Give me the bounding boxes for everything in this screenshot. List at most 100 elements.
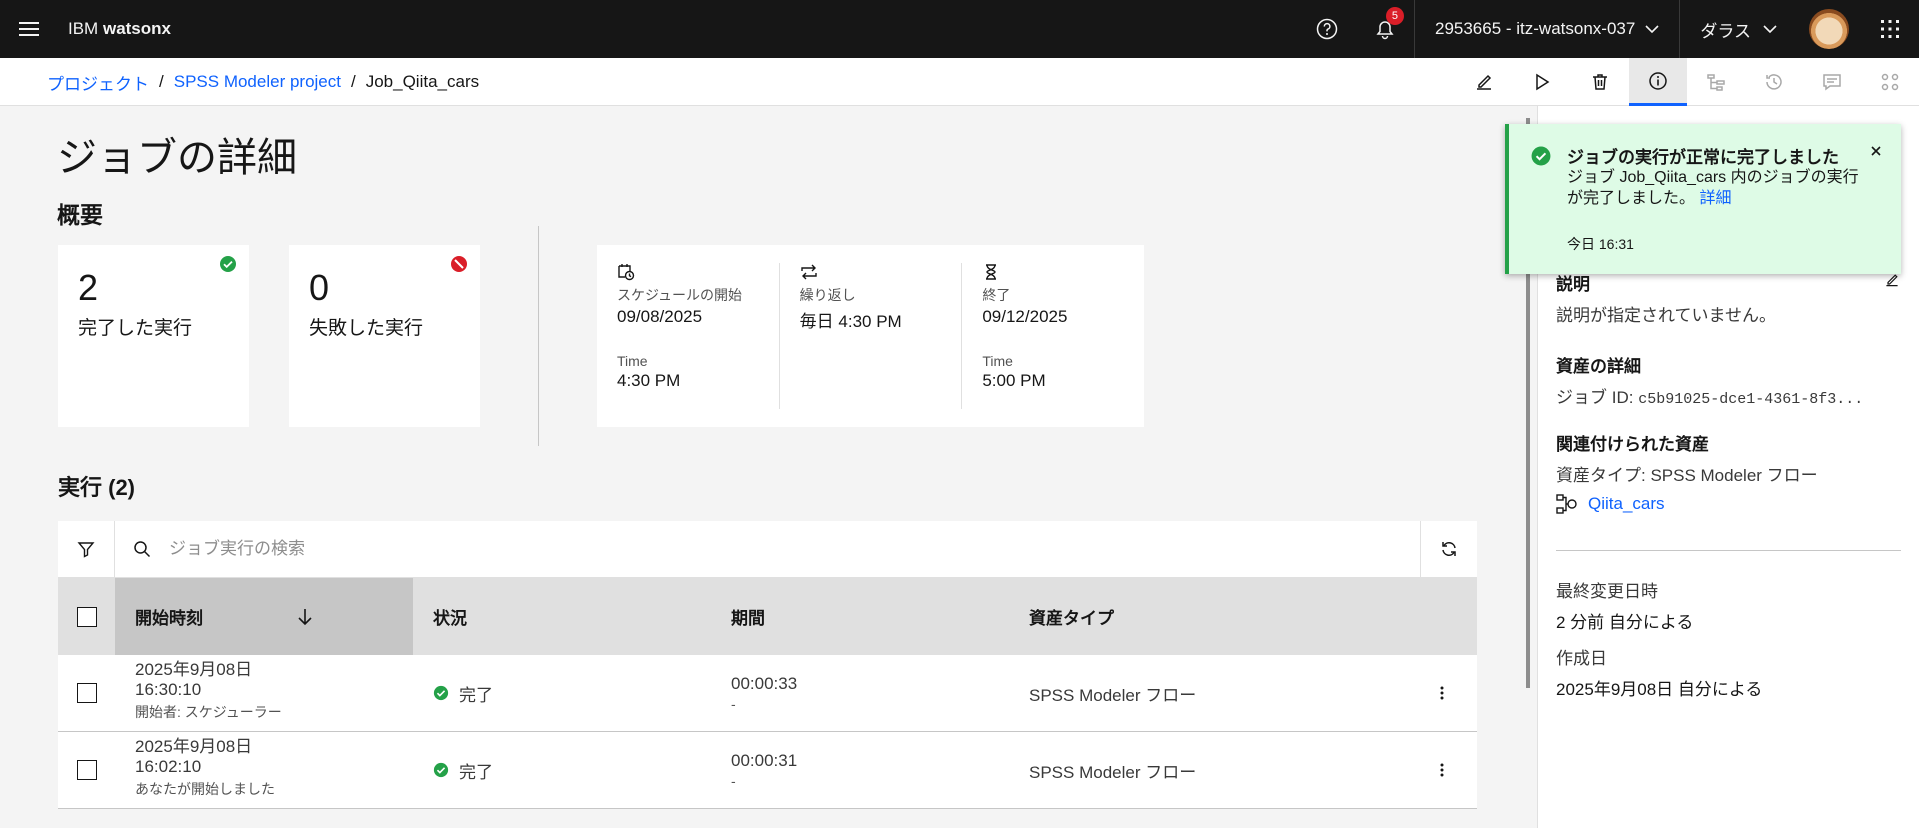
divider bbox=[1556, 550, 1901, 551]
help-icon bbox=[1316, 18, 1338, 40]
status-text: 完了 bbox=[459, 685, 493, 705]
filter-icon bbox=[77, 542, 95, 558]
hamburger-menu-button[interactable] bbox=[0, 0, 58, 58]
filter-button[interactable] bbox=[58, 520, 115, 578]
row-select-cell bbox=[58, 655, 115, 731]
page-title: ジョブの詳細 bbox=[57, 136, 297, 180]
start-time-cell: 2025年9月08日 16:02:10 あなたが開始しました bbox=[115, 732, 413, 808]
chevron-down-icon bbox=[1645, 25, 1659, 34]
runs-table: 開始時刻 状況 期間 資産タイプ 2025年9月08日 16:30:10 開始者… bbox=[58, 520, 1477, 809]
schedule-repeat: 繰り返し 毎日 4:30 PM bbox=[780, 263, 963, 409]
info-icon bbox=[1649, 71, 1667, 90]
schedule-end-date: 09/12/2025 bbox=[982, 307, 1068, 326]
related-asset-type: 資産タイプ: SPSS Modeler フロー bbox=[1556, 466, 1818, 485]
failed-count: 0 bbox=[309, 267, 330, 308]
edit-button[interactable] bbox=[1455, 58, 1513, 106]
comments-button[interactable] bbox=[1803, 58, 1861, 106]
table-row[interactable]: 2025年9月08日 16:30:10 開始者: スケジューラー 完了 00:0… bbox=[58, 655, 1477, 732]
region-switcher[interactable]: ダラス bbox=[1679, 0, 1797, 58]
info-button[interactable] bbox=[1629, 58, 1687, 106]
app-grid-icon bbox=[1881, 20, 1899, 38]
row-checkbox[interactable] bbox=[76, 683, 97, 703]
comment-icon bbox=[1823, 74, 1841, 91]
schedule-end-time-label: Time bbox=[982, 353, 1013, 369]
edit-icon bbox=[1477, 74, 1492, 90]
success-icon bbox=[1531, 146, 1551, 166]
schedule-start-date: 09/08/2025 bbox=[617, 307, 703, 326]
edit-description-icon[interactable] bbox=[1884, 272, 1900, 288]
hourglass-icon bbox=[986, 264, 997, 280]
account-switcher[interactable]: 2953665 - itz-watsonx-037 bbox=[1413, 0, 1679, 58]
started-by: 開始者: スケジューラー bbox=[135, 704, 282, 720]
play-icon bbox=[1536, 73, 1550, 91]
schedule-start: スケジュールの開始 09/08/2025 Time 4:30 PM bbox=[597, 263, 780, 409]
job-id: ジョブ ID: c5b91025-dce1-4361-8f3... bbox=[1556, 383, 1863, 408]
delete-button[interactable] bbox=[1571, 58, 1629, 106]
run-button[interactable] bbox=[1513, 58, 1571, 106]
status-cell: 完了 bbox=[413, 758, 711, 783]
toast-details-link[interactable]: 詳細 bbox=[1699, 190, 1731, 207]
created-section: 作成日 2025年9月08日 自分による bbox=[1556, 644, 1762, 700]
status-cell: 完了 bbox=[413, 681, 711, 706]
related-asset-link[interactable]: Qiita_cars bbox=[1588, 494, 1665, 514]
row-checkbox[interactable] bbox=[76, 760, 97, 780]
toast-body: ジョブ Job_Qiita_cars 内のジョブの実行が完了しました。 詳細 bbox=[1567, 167, 1867, 209]
sort-descending-icon bbox=[298, 608, 312, 625]
app-switcher-button[interactable] bbox=[1861, 0, 1919, 58]
column-header-asset-type[interactable]: 資産タイプ bbox=[1009, 604, 1477, 629]
top-bar: IBM watsonx 5 2953665 - itz-watsonx-037 … bbox=[0, 0, 1919, 58]
schedule-end-label: 終了 bbox=[982, 287, 1011, 303]
history-button[interactable] bbox=[1745, 58, 1803, 106]
table-row[interactable]: 2025年9月08日 16:02:10 あなたが開始しました 完了 00:00:… bbox=[58, 732, 1477, 809]
column-header-duration[interactable]: 期間 bbox=[711, 604, 1009, 629]
settings-button[interactable] bbox=[1861, 58, 1919, 106]
modeler-flow-icon bbox=[1556, 494, 1577, 514]
created-title: 作成日 bbox=[1556, 649, 1607, 668]
job-id-value[interactable]: c5b91025-dce1-4361-8f3... bbox=[1638, 391, 1863, 408]
column-header-start-time[interactable]: 開始時刻 bbox=[115, 578, 413, 655]
avatar[interactable] bbox=[1809, 9, 1849, 49]
search-box bbox=[115, 521, 1420, 578]
related-asset-item: Qiita_cars bbox=[1556, 494, 1818, 514]
nodes-icon bbox=[1881, 73, 1899, 91]
asset-details-title: 資産の詳細 bbox=[1556, 357, 1641, 376]
job-id-label: ジョブ ID: bbox=[1556, 388, 1634, 407]
related-assets-section: 関連付けられた資産 資産タイプ: SPSS Modeler フロー Qiita_… bbox=[1556, 430, 1818, 514]
completed-count: 2 bbox=[78, 267, 99, 308]
history-icon bbox=[1766, 74, 1782, 90]
failed-runs-card: 0 失敗した実行 bbox=[289, 245, 480, 427]
duration: 00:00:31 bbox=[731, 751, 798, 770]
toast-time: 今日 16:31 bbox=[1567, 236, 1634, 252]
start-time: 2025年9月08日 16:30:10 bbox=[135, 660, 253, 699]
search-input[interactable] bbox=[169, 539, 769, 559]
overflow-menu-icon bbox=[1440, 686, 1444, 700]
product-name[interactable]: IBM watsonx bbox=[68, 19, 171, 39]
breadcrumb-projects[interactable]: プロジェクト bbox=[47, 70, 149, 95]
overview-title: 概要 bbox=[57, 202, 103, 228]
start-time-cell: 2025年9月08日 16:30:10 開始者: スケジューラー bbox=[115, 655, 413, 731]
breadcrumb-project[interactable]: SPSS Modeler project bbox=[174, 72, 341, 92]
select-all-checkbox[interactable] bbox=[76, 606, 97, 627]
breadcrumb-current: Job_Qiita_cars bbox=[365, 72, 480, 91]
region-name: ダラス bbox=[1700, 21, 1751, 41]
schedule-card: スケジュールの開始 09/08/2025 Time 4:30 PM 繰り返し 毎… bbox=[597, 245, 1144, 427]
description-text: 説明が指定されていません。 bbox=[1556, 306, 1776, 325]
trash-icon bbox=[1593, 74, 1607, 90]
notifications-button[interactable]: 5 bbox=[1356, 0, 1414, 58]
tree-view-icon bbox=[1707, 74, 1725, 91]
asset-details-section: 資産の詳細 ジョブ ID: c5b91025-dce1-4361-8f3... bbox=[1556, 352, 1863, 408]
breadcrumb-bar: プロジェクト / SPSS Modeler project / Job_Qiit… bbox=[0, 58, 1919, 106]
column-header-status[interactable]: 状況 bbox=[413, 604, 711, 629]
close-icon[interactable] bbox=[1869, 144, 1883, 158]
help-button[interactable] bbox=[1298, 0, 1356, 58]
runs-title: 実行 (2) bbox=[58, 475, 136, 500]
row-overflow-menu[interactable] bbox=[1407, 685, 1477, 701]
lineage-button[interactable] bbox=[1687, 58, 1745, 106]
breadcrumb: プロジェクト / SPSS Modeler project / Job_Qiit… bbox=[47, 58, 479, 106]
row-overflow-menu[interactable] bbox=[1407, 762, 1477, 778]
schedule-end: 終了 09/12/2025 Time 5:00 PM bbox=[962, 263, 1144, 409]
failed-label: 失敗した実行 bbox=[309, 318, 424, 339]
schedule-start-time: 4:30 PM bbox=[617, 371, 681, 390]
success-toast: ジョブの実行が正常に完了しました ジョブ Job_Qiita_cars 内のジョ… bbox=[1505, 124, 1901, 274]
refresh-button[interactable] bbox=[1420, 520, 1477, 578]
